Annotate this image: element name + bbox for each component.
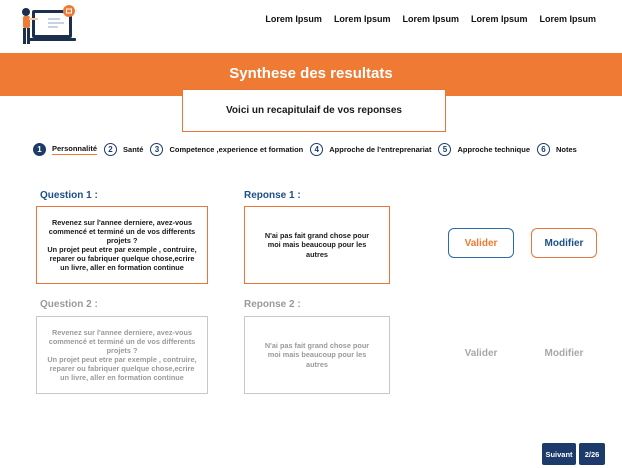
step-label: Competence ,experience et formation: [169, 145, 304, 154]
logo-illustration: [18, 4, 80, 50]
step-tabs: 1 Personnalité 2 Santé 3 Competence ,exp…: [33, 143, 577, 156]
tab-personnalite[interactable]: 1 Personnalité: [33, 143, 98, 156]
page-counter: 2/26: [579, 443, 605, 465]
step-label: Approche technique: [457, 145, 530, 154]
valider-button-2[interactable]: Valider: [448, 338, 514, 368]
step-label: Approche de l'entreprenariat: [329, 145, 432, 154]
step-number: 1: [33, 143, 46, 156]
recap-subtitle: Voici un recapitulaif de vos reponses: [182, 89, 446, 132]
question-2-text: Revenez sur l'annee derniere, avez-vous …: [36, 316, 208, 394]
tab-approche-technique[interactable]: 5 Approche technique: [438, 143, 530, 156]
step-number: 5: [438, 143, 452, 156]
tab-competence[interactable]: 3 Competence ,experience et formation: [150, 143, 303, 156]
page-title: Synthese des resultats: [229, 65, 393, 82]
step-label: Notes: [556, 145, 577, 154]
tab-notes[interactable]: 6 Notes: [537, 143, 577, 156]
step-label: Personnalité: [52, 144, 98, 155]
answer-2-title: Reponse 2 :: [244, 299, 301, 310]
tab-entreprenariat[interactable]: 4 Approche de l'entreprenariat: [310, 143, 431, 156]
tab-sante[interactable]: 2 Santé: [104, 143, 143, 156]
question-1-text: Revenez sur l'annee derniere, avez-vous …: [36, 206, 208, 284]
step-number: 3: [150, 143, 164, 156]
step-label: Santé: [123, 145, 144, 154]
step-number: 2: [104, 143, 118, 156]
nav-link-3[interactable]: Lorem Ipsum: [402, 14, 459, 24]
nav-link-2[interactable]: Lorem Ipsum: [334, 14, 391, 24]
modifier-button-1[interactable]: Modifier: [531, 228, 597, 258]
step-number: 4: [310, 143, 324, 156]
step-number: 6: [537, 143, 550, 156]
top-navigation: Lorem Ipsum Lorem Ipsum Lorem Ipsum Lore…: [265, 14, 596, 24]
answer-1-title: Reponse 1 :: [244, 190, 301, 201]
modifier-button-2[interactable]: Modifier: [531, 338, 597, 368]
next-button[interactable]: Suivant: [542, 443, 576, 465]
nav-link-5[interactable]: Lorem Ipsum: [539, 14, 596, 24]
answer-1-text: N'ai pas fait grand chose pour moi mais …: [244, 206, 390, 284]
nav-link-1[interactable]: Lorem Ipsum: [265, 14, 322, 24]
answer-2-text: N'ai pas fait grand chose pour moi mais …: [244, 316, 390, 394]
valider-button-1[interactable]: Valider: [448, 228, 514, 258]
question-1-title: Question 1 :: [40, 190, 98, 201]
nav-link-4[interactable]: Lorem Ipsum: [471, 14, 528, 24]
question-2-title: Question 2 :: [40, 299, 98, 310]
